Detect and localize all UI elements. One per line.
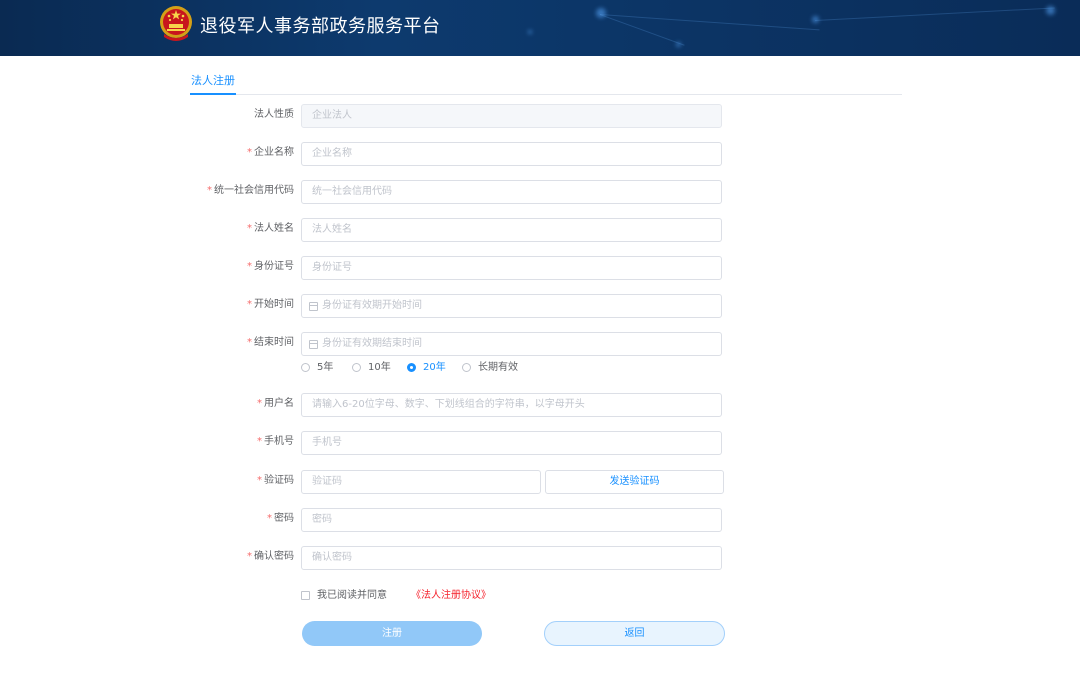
header-network-line (599, 14, 820, 31)
agreement-text: 我已阅读并同意 (317, 590, 387, 601)
confirm-password-input[interactable]: 确认密码 (301, 546, 722, 570)
field-label-text: 验证码 (264, 475, 294, 486)
username-input[interactable]: 请输入6-20位字母、数字、下划线组合的字符串，以字母开头 (301, 393, 722, 417)
form-row-username: * 用户名 请输入6-20位字母、数字、下划线组合的字符串，以字母开头 (190, 393, 730, 417)
required-mark: * (207, 185, 212, 196)
start-date-picker[interactable]: 身份证有效期开始时间 (301, 294, 722, 318)
required-mark: * (247, 223, 252, 234)
national-emblem-icon (160, 6, 192, 41)
credit-code-input[interactable]: 统一社会信用代码 (301, 180, 722, 204)
field-label: * 密码 (267, 508, 294, 532)
field-label: * 验证码 (257, 470, 294, 494)
form-row-start-date: * 开始时间 身份证有效期开始时间 (190, 294, 730, 318)
site-header: 退役军人事务部政务服务平台 (0, 0, 1080, 56)
form-row-end-date: * 结束时间 身份证有效期结束时间 (190, 332, 730, 356)
field-label: * 开始时间 (247, 294, 294, 318)
start-date-placeholder: 身份证有效期开始时间 (322, 300, 422, 311)
field-label: * 确认密码 (247, 546, 294, 570)
field-label-text: 开始时间 (254, 299, 294, 310)
phone-input[interactable]: 手机号 (301, 431, 722, 455)
field-label: * 统一社会信用代码 (207, 180, 294, 204)
form-row-legal-name: * 法人姓名 法人姓名 (190, 218, 730, 242)
verification-code-input[interactable]: 验证码 (301, 470, 541, 494)
field-label: 法人性质 (254, 104, 294, 128)
nature-field: 企业法人 (301, 104, 722, 128)
company-name-input[interactable]: 企业名称 (301, 142, 722, 166)
required-mark: * (247, 147, 252, 158)
field-label: * 法人姓名 (247, 218, 294, 242)
form-row-code: * 验证码 验证码 发送验证码 (190, 470, 730, 494)
field-label: * 用户名 (257, 393, 294, 417)
required-mark: * (247, 551, 252, 562)
field-label: * 结束时间 (247, 332, 294, 356)
radio-circle (407, 363, 416, 372)
required-mark: * (247, 337, 252, 348)
header-glow-dot (528, 30, 532, 34)
field-label-text: 密码 (274, 513, 294, 524)
radio-circle (462, 363, 471, 372)
form-row-password: * 密码 密码 (190, 508, 730, 532)
back-button[interactable]: 返回 (544, 621, 725, 646)
radio-circle (352, 363, 361, 372)
tab-legal-registration[interactable]: 法人注册 (190, 72, 236, 95)
required-mark: * (247, 299, 252, 310)
radio-circle (301, 363, 310, 372)
form-row-id-number: * 身份证号 身份证号 (190, 256, 730, 280)
end-date-placeholder: 身份证有效期结束时间 (322, 338, 422, 349)
form-row-nature: 法人性质 企业法人 (190, 104, 730, 128)
field-label-text: 法人姓名 (254, 223, 294, 234)
field-label-text: 用户名 (264, 398, 294, 409)
required-mark: * (247, 261, 252, 272)
required-mark: * (267, 513, 272, 524)
end-date-picker[interactable]: 身份证有效期结束时间 (301, 332, 722, 356)
field-label-text: 企业名称 (254, 147, 294, 158)
field-label: * 身份证号 (247, 256, 294, 280)
required-mark: * (257, 475, 262, 486)
radio-label: 长期有效 (478, 362, 518, 373)
form-row-phone: * 手机号 手机号 (190, 431, 730, 455)
header-network-line (815, 7, 1055, 21)
register-button[interactable]: 注册 (302, 621, 482, 646)
form-row-confirm-password: * 确认密码 确认密码 (190, 546, 730, 570)
id-number-input[interactable]: 身份证号 (301, 256, 722, 280)
required-mark: * (257, 398, 262, 409)
form-row-credit: * 统一社会信用代码 统一社会信用代码 (190, 180, 730, 204)
password-input[interactable]: 密码 (301, 508, 722, 532)
legal-name-input[interactable]: 法人姓名 (301, 218, 722, 242)
field-label-text: 手机号 (264, 436, 294, 447)
site-title: 退役军人事务部政务服务平台 (200, 16, 441, 37)
form-row-company: * 企业名称 企业名称 (190, 142, 730, 166)
field-label: * 手机号 (257, 431, 294, 455)
radio-label: 10年 (368, 362, 391, 373)
field-label-text: 法人性质 (254, 109, 294, 120)
radio-label: 20年 (423, 362, 446, 373)
tab-bar: 法人注册 (190, 72, 902, 95)
calendar-icon (309, 340, 318, 349)
field-label-text: 确认密码 (254, 551, 294, 562)
calendar-icon (309, 302, 318, 311)
required-mark: * (257, 436, 262, 447)
field-label: * 企业名称 (247, 142, 294, 166)
field-label-text: 统一社会信用代码 (214, 185, 294, 196)
agreement-link[interactable]: 《法人注册协议》 (411, 589, 491, 603)
field-label-text: 身份证号 (254, 261, 294, 272)
field-label-text: 结束时间 (254, 337, 294, 348)
radio-label: 5年 (317, 362, 334, 373)
send-code-button[interactable]: 发送验证码 (545, 470, 724, 494)
agreement-checkbox[interactable] (301, 591, 310, 600)
